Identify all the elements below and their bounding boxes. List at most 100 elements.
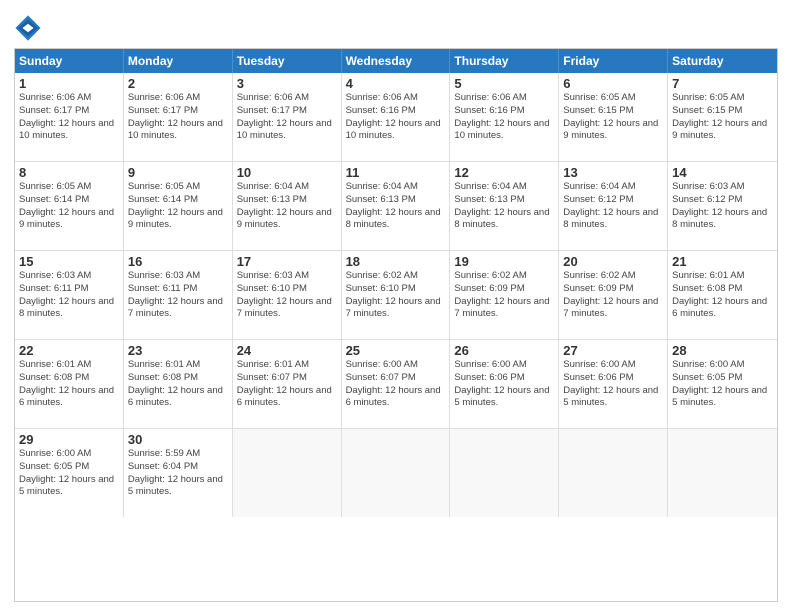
- calendar-header: SundayMondayTuesdayWednesdayThursdayFrid…: [15, 49, 777, 73]
- day-cell-8: 8Sunrise: 6:05 AM Sunset: 6:14 PM Daylig…: [15, 162, 124, 250]
- day-cell-25: 25Sunrise: 6:00 AM Sunset: 6:07 PM Dayli…: [342, 340, 451, 428]
- day-info: Sunrise: 6:04 AM Sunset: 6:13 PM Dayligh…: [454, 181, 554, 232]
- day-number: 14: [672, 165, 773, 180]
- day-cell-23: 23Sunrise: 6:01 AM Sunset: 6:08 PM Dayli…: [124, 340, 233, 428]
- day-cell-30: 30Sunrise: 5:59 AM Sunset: 6:04 PM Dayli…: [124, 429, 233, 517]
- day-info: Sunrise: 6:00 AM Sunset: 6:06 PM Dayligh…: [563, 359, 663, 410]
- header-cell-thursday: Thursday: [450, 49, 559, 73]
- day-number: 28: [672, 343, 773, 358]
- day-number: 22: [19, 343, 119, 358]
- day-cell-6: 6Sunrise: 6:05 AM Sunset: 6:15 PM Daylig…: [559, 73, 668, 161]
- day-cell-16: 16Sunrise: 6:03 AM Sunset: 6:11 PM Dayli…: [124, 251, 233, 339]
- day-info: Sunrise: 6:05 AM Sunset: 6:15 PM Dayligh…: [563, 92, 663, 143]
- day-number: 27: [563, 343, 663, 358]
- day-number: 21: [672, 254, 773, 269]
- day-cell-28: 28Sunrise: 6:00 AM Sunset: 6:05 PM Dayli…: [668, 340, 777, 428]
- calendar-body: 1Sunrise: 6:06 AM Sunset: 6:17 PM Daylig…: [15, 73, 777, 517]
- day-cell-17: 17Sunrise: 6:03 AM Sunset: 6:10 PM Dayli…: [233, 251, 342, 339]
- day-info: Sunrise: 6:04 AM Sunset: 6:13 PM Dayligh…: [346, 181, 446, 232]
- day-info: Sunrise: 6:06 AM Sunset: 6:17 PM Dayligh…: [128, 92, 228, 143]
- day-cell-14: 14Sunrise: 6:03 AM Sunset: 6:12 PM Dayli…: [668, 162, 777, 250]
- day-cell-empty: [233, 429, 342, 517]
- day-info: Sunrise: 6:03 AM Sunset: 6:11 PM Dayligh…: [128, 270, 228, 321]
- day-cell-5: 5Sunrise: 6:06 AM Sunset: 6:16 PM Daylig…: [450, 73, 559, 161]
- day-info: Sunrise: 6:01 AM Sunset: 6:08 PM Dayligh…: [19, 359, 119, 410]
- day-number: 15: [19, 254, 119, 269]
- day-cell-19: 19Sunrise: 6:02 AM Sunset: 6:09 PM Dayli…: [450, 251, 559, 339]
- day-number: 3: [237, 76, 337, 91]
- day-number: 25: [346, 343, 446, 358]
- day-info: Sunrise: 6:02 AM Sunset: 6:09 PM Dayligh…: [563, 270, 663, 321]
- day-number: 5: [454, 76, 554, 91]
- day-cell-empty: [450, 429, 559, 517]
- calendar-week-1: 1Sunrise: 6:06 AM Sunset: 6:17 PM Daylig…: [15, 73, 777, 162]
- day-info: Sunrise: 6:05 AM Sunset: 6:14 PM Dayligh…: [128, 181, 228, 232]
- day-cell-18: 18Sunrise: 6:02 AM Sunset: 6:10 PM Dayli…: [342, 251, 451, 339]
- day-info: Sunrise: 6:00 AM Sunset: 6:05 PM Dayligh…: [19, 448, 119, 499]
- day-info: Sunrise: 6:03 AM Sunset: 6:12 PM Dayligh…: [672, 181, 773, 232]
- day-number: 16: [128, 254, 228, 269]
- day-number: 23: [128, 343, 228, 358]
- calendar: SundayMondayTuesdayWednesdayThursdayFrid…: [14, 48, 778, 602]
- day-cell-21: 21Sunrise: 6:01 AM Sunset: 6:08 PM Dayli…: [668, 251, 777, 339]
- header-cell-monday: Monday: [124, 49, 233, 73]
- day-info: Sunrise: 6:05 AM Sunset: 6:15 PM Dayligh…: [672, 92, 773, 143]
- day-cell-22: 22Sunrise: 6:01 AM Sunset: 6:08 PM Dayli…: [15, 340, 124, 428]
- day-number: 20: [563, 254, 663, 269]
- day-cell-24: 24Sunrise: 6:01 AM Sunset: 6:07 PM Dayli…: [233, 340, 342, 428]
- day-number: 1: [19, 76, 119, 91]
- calendar-week-4: 22Sunrise: 6:01 AM Sunset: 6:08 PM Dayli…: [15, 340, 777, 429]
- header-cell-tuesday: Tuesday: [233, 49, 342, 73]
- day-info: Sunrise: 6:00 AM Sunset: 6:06 PM Dayligh…: [454, 359, 554, 410]
- day-cell-7: 7Sunrise: 6:05 AM Sunset: 6:15 PM Daylig…: [668, 73, 777, 161]
- day-number: 8: [19, 165, 119, 180]
- calendar-week-5: 29Sunrise: 6:00 AM Sunset: 6:05 PM Dayli…: [15, 429, 777, 517]
- day-number: 12: [454, 165, 554, 180]
- day-info: Sunrise: 6:06 AM Sunset: 6:16 PM Dayligh…: [454, 92, 554, 143]
- day-info: Sunrise: 6:03 AM Sunset: 6:10 PM Dayligh…: [237, 270, 337, 321]
- day-number: 9: [128, 165, 228, 180]
- header-cell-friday: Friday: [559, 49, 668, 73]
- day-number: 30: [128, 432, 228, 447]
- day-cell-3: 3Sunrise: 6:06 AM Sunset: 6:17 PM Daylig…: [233, 73, 342, 161]
- logo: [14, 14, 44, 42]
- day-number: 24: [237, 343, 337, 358]
- day-cell-13: 13Sunrise: 6:04 AM Sunset: 6:12 PM Dayli…: [559, 162, 668, 250]
- day-cell-15: 15Sunrise: 6:03 AM Sunset: 6:11 PM Dayli…: [15, 251, 124, 339]
- day-number: 29: [19, 432, 119, 447]
- day-info: Sunrise: 6:02 AM Sunset: 6:09 PM Dayligh…: [454, 270, 554, 321]
- day-number: 13: [563, 165, 663, 180]
- day-number: 26: [454, 343, 554, 358]
- day-number: 11: [346, 165, 446, 180]
- calendar-week-3: 15Sunrise: 6:03 AM Sunset: 6:11 PM Dayli…: [15, 251, 777, 340]
- day-number: 18: [346, 254, 446, 269]
- day-cell-4: 4Sunrise: 6:06 AM Sunset: 6:16 PM Daylig…: [342, 73, 451, 161]
- day-info: Sunrise: 6:04 AM Sunset: 6:12 PM Dayligh…: [563, 181, 663, 232]
- day-cell-10: 10Sunrise: 6:04 AM Sunset: 6:13 PM Dayli…: [233, 162, 342, 250]
- day-cell-11: 11Sunrise: 6:04 AM Sunset: 6:13 PM Dayli…: [342, 162, 451, 250]
- day-cell-29: 29Sunrise: 6:00 AM Sunset: 6:05 PM Dayli…: [15, 429, 124, 517]
- day-cell-20: 20Sunrise: 6:02 AM Sunset: 6:09 PM Dayli…: [559, 251, 668, 339]
- header-cell-sunday: Sunday: [15, 49, 124, 73]
- day-cell-empty: [559, 429, 668, 517]
- day-number: 4: [346, 76, 446, 91]
- day-cell-1: 1Sunrise: 6:06 AM Sunset: 6:17 PM Daylig…: [15, 73, 124, 161]
- day-number: 10: [237, 165, 337, 180]
- day-number: 19: [454, 254, 554, 269]
- day-number: 17: [237, 254, 337, 269]
- day-info: Sunrise: 6:06 AM Sunset: 6:17 PM Dayligh…: [237, 92, 337, 143]
- day-info: Sunrise: 6:04 AM Sunset: 6:13 PM Dayligh…: [237, 181, 337, 232]
- day-info: Sunrise: 6:00 AM Sunset: 6:07 PM Dayligh…: [346, 359, 446, 410]
- day-cell-26: 26Sunrise: 6:00 AM Sunset: 6:06 PM Dayli…: [450, 340, 559, 428]
- day-number: 7: [672, 76, 773, 91]
- header: [14, 10, 778, 42]
- day-info: Sunrise: 5:59 AM Sunset: 6:04 PM Dayligh…: [128, 448, 228, 499]
- day-cell-9: 9Sunrise: 6:05 AM Sunset: 6:14 PM Daylig…: [124, 162, 233, 250]
- day-cell-empty: [342, 429, 451, 517]
- header-cell-saturday: Saturday: [668, 49, 777, 73]
- day-info: Sunrise: 6:06 AM Sunset: 6:17 PM Dayligh…: [19, 92, 119, 143]
- day-info: Sunrise: 6:05 AM Sunset: 6:14 PM Dayligh…: [19, 181, 119, 232]
- day-cell-27: 27Sunrise: 6:00 AM Sunset: 6:06 PM Dayli…: [559, 340, 668, 428]
- header-cell-wednesday: Wednesday: [342, 49, 451, 73]
- day-info: Sunrise: 6:03 AM Sunset: 6:11 PM Dayligh…: [19, 270, 119, 321]
